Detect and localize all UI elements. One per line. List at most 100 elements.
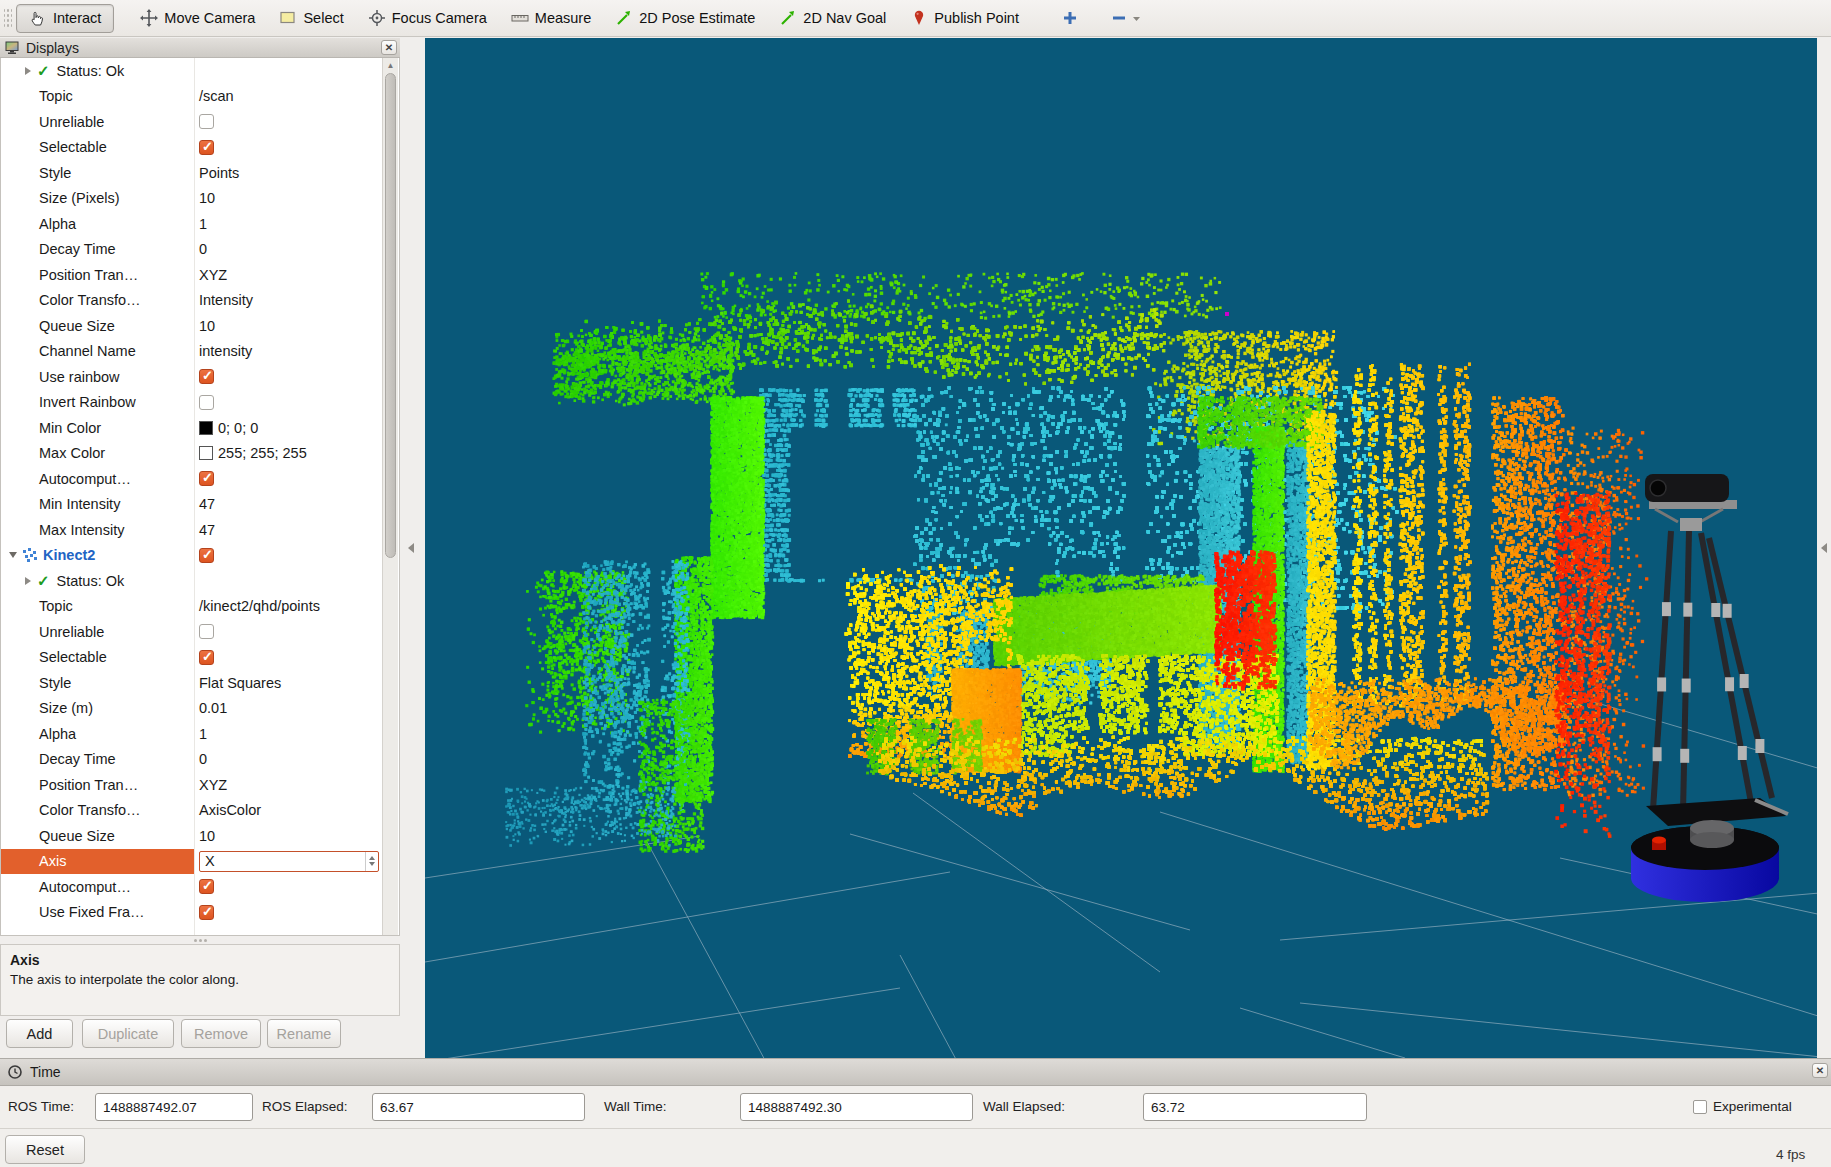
tree-row-style[interactable]: StyleFlat Squares <box>1 670 383 696</box>
wall-time-label: Wall Time: <box>604 1099 667 1114</box>
checked-checkbox[interactable] <box>199 650 214 665</box>
tree-row-min-color[interactable]: Min Color0; 0; 0 <box>1 415 383 441</box>
displays-tree: ✓Status: OkTopic/scanUnreliableSelectabl… <box>0 58 400 936</box>
tree-row-alpha[interactable]: Alpha1 <box>1 211 383 237</box>
tree-row-queue-size[interactable]: Queue Size10 <box>1 823 383 849</box>
tree-row-color-transfo-[interactable]: Color Transfo…AxisColor <box>1 798 383 824</box>
tree-row-status-ok[interactable]: ✓Status: Ok <box>1 58 383 84</box>
ros-elapsed-input[interactable]: 63.67 <box>372 1093 585 1121</box>
color-swatch[interactable] <box>199 446 213 460</box>
displays-close-icon[interactable]: ✕ <box>381 40 397 55</box>
collapse-icon[interactable] <box>9 552 17 558</box>
displays-icon <box>5 41 19 54</box>
tree-row-position-tran-[interactable]: Position Tran…XYZ <box>1 772 383 798</box>
unchecked-checkbox[interactable] <box>199 114 214 129</box>
tree-row-size-m-[interactable]: Size (m)0.01 <box>1 696 383 722</box>
tool-move-camera[interactable]: Move Camera <box>128 4 267 33</box>
tool-measure[interactable]: Measure <box>499 4 603 33</box>
tree-row-selectable[interactable]: Selectable <box>1 645 383 671</box>
tree-row-autocomput-[interactable]: Autocomput… <box>1 874 383 900</box>
display-enabled-checkbox[interactable] <box>199 548 214 563</box>
tool-focus-camera[interactable]: Focus Camera <box>356 4 499 33</box>
tree-row-unreliable[interactable]: Unreliable <box>1 109 383 135</box>
unchecked-checkbox[interactable] <box>199 395 214 410</box>
tool-remove-tool[interactable] <box>1099 4 1153 33</box>
tree-row-selectable[interactable]: Selectable <box>1 135 383 161</box>
tool-add-tool[interactable] <box>1049 4 1091 33</box>
displays-panel: Displays ✕ ✓Status: OkTopic/scanUnreliab… <box>0 38 400 1053</box>
clock-icon <box>8 1065 22 1079</box>
axis-dropdown[interactable]: X <box>199 851 379 872</box>
panel-splitter-handle[interactable] <box>0 936 400 944</box>
wall-time-input[interactable]: 1488887492.30 <box>740 1093 973 1121</box>
tree-row-kinect2[interactable]: Kinect2 <box>1 543 383 569</box>
tree-row-decay-time[interactable]: Decay Time0 <box>1 237 383 263</box>
displays-panel-header[interactable]: Displays ✕ <box>0 38 400 58</box>
property-description: Axis The axis to interpolate the color a… <box>0 944 400 1016</box>
tree-row-use-rainbow[interactable]: Use rainbow <box>1 364 383 390</box>
checked-checkbox[interactable] <box>199 369 214 384</box>
checked-checkbox[interactable] <box>199 140 214 155</box>
tree-row-color-transfo-[interactable]: Color Transfo…Intensity <box>1 288 383 314</box>
experimental-label: Experimental <box>1713 1099 1792 1114</box>
reset-button[interactable]: Reset <box>5 1135 85 1164</box>
status-ok-icon: ✓ <box>37 62 50 80</box>
property-description-text: The axis to interpolate the color along. <box>10 972 239 987</box>
wall-elapsed-input[interactable]: 63.72 <box>1143 1093 1367 1121</box>
ros-time-input[interactable]: 1488887492.07 <box>95 1093 253 1121</box>
3d-viewport[interactable] <box>425 38 1817 1058</box>
expand-icon[interactable] <box>25 67 31 75</box>
checked-checkbox[interactable] <box>199 879 214 894</box>
tree-row-queue-size[interactable]: Queue Size10 <box>1 313 383 339</box>
right-splitter-arrow-icon[interactable] <box>1821 543 1827 553</box>
wall-elapsed-label: Wall Elapsed: <box>983 1099 1065 1114</box>
tree-row-topic[interactable]: Topic/scan <box>1 84 383 110</box>
tool-nav-goal[interactable]: 2D Nav Goal <box>767 4 898 33</box>
status-ok-icon: ✓ <box>37 572 50 590</box>
tree-row-style[interactable]: StylePoints <box>1 160 383 186</box>
tree-scrollbar-thumb[interactable] <box>385 73 396 558</box>
left-splitter-arrow-icon[interactable] <box>408 543 414 553</box>
ros-elapsed-label: ROS Elapsed: <box>262 1099 348 1114</box>
toolbar-drag-handle[interactable] <box>4 7 12 29</box>
pointcloud2-icon <box>22 548 37 563</box>
unchecked-checkbox[interactable] <box>199 624 214 639</box>
tool-interact[interactable]: Interact <box>16 4 114 33</box>
checked-checkbox[interactable] <box>199 905 214 920</box>
tree-row-max-color[interactable]: Max Color255; 255; 255 <box>1 441 383 467</box>
tree-row-position-tran-[interactable]: Position Tran…XYZ <box>1 262 383 288</box>
tree-row-size-pixels-[interactable]: Size (Pixels)10 <box>1 186 383 212</box>
tree-row-invert-rainbow[interactable]: Invert Rainbow <box>1 390 383 416</box>
add-button[interactable]: Add <box>6 1019 73 1048</box>
checked-checkbox[interactable] <box>199 471 214 486</box>
tree-row-topic[interactable]: Topic/kinect2/qhd/points <box>1 594 383 620</box>
experimental-checkbox[interactable] <box>1693 1100 1707 1114</box>
tool-select[interactable]: Select <box>267 4 355 33</box>
time-panel-title: Time <box>30 1064 61 1080</box>
fps-indicator: 4 fps <box>1776 1147 1805 1162</box>
tree-row-channel-name[interactable]: Channel Nameintensity <box>1 339 383 365</box>
tree-scrollbar[interactable]: ▲ <box>382 58 398 935</box>
tree-row-decay-time[interactable]: Decay Time0 <box>1 747 383 773</box>
tree-row-alpha[interactable]: Alpha1 <box>1 721 383 747</box>
time-panel-header[interactable]: Time ✕ <box>0 1058 1831 1086</box>
tool-pose-estimate[interactable]: 2D Pose Estimate <box>603 4 767 33</box>
tree-row-axis[interactable]: AxisX <box>1 849 383 875</box>
tree-row-min-intensity[interactable]: Min Intensity47 <box>1 492 383 518</box>
tool-publish-point[interactable]: Publish Point <box>898 4 1031 33</box>
tree-row-use-fixed-fra-[interactable]: Use Fixed Fra… <box>1 900 383 926</box>
remove-button[interactable]: Remove <box>181 1019 261 1048</box>
tree-row-status-ok[interactable]: ✓Status: Ok <box>1 568 383 594</box>
ros-time-label: ROS Time: <box>8 1099 74 1114</box>
toolbar: Interact Move CameraSelectFocus CameraMea… <box>0 0 1831 37</box>
scroll-up-icon[interactable]: ▲ <box>385 60 396 71</box>
rename-button[interactable]: Rename <box>267 1019 341 1048</box>
time-close-icon[interactable]: ✕ <box>1812 1063 1828 1078</box>
tree-row-unreliable[interactable]: Unreliable <box>1 619 383 645</box>
color-swatch[interactable] <box>199 421 213 435</box>
expand-icon[interactable] <box>25 577 31 585</box>
duplicate-button[interactable]: Duplicate <box>82 1019 174 1048</box>
displays-buttons: Add DuplicateRemoveRename <box>0 1019 400 1053</box>
tree-row-max-intensity[interactable]: Max Intensity47 <box>1 517 383 543</box>
tree-row-autocomput-[interactable]: Autocomput… <box>1 466 383 492</box>
